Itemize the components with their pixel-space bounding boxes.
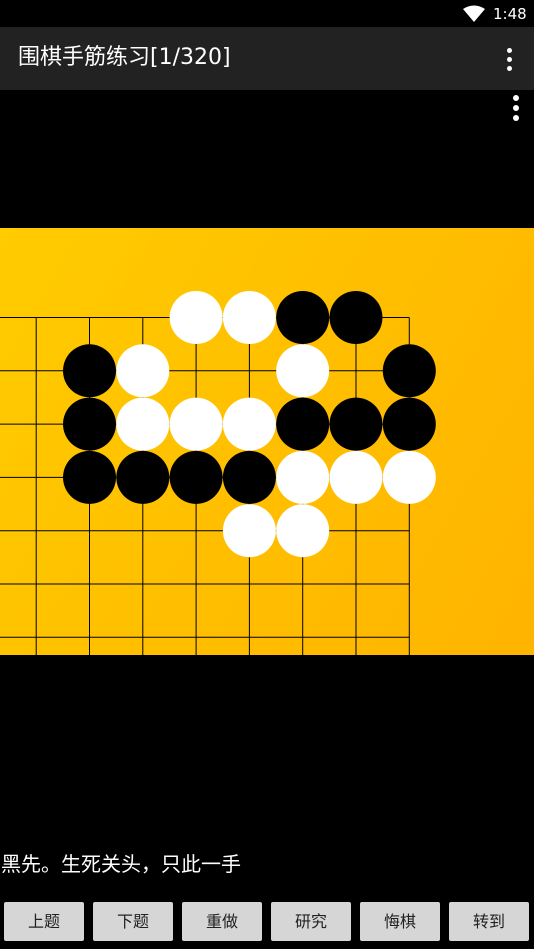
black-stone bbox=[329, 397, 383, 451]
go-board-grid[interactable] bbox=[0, 228, 534, 655]
page-title: 围棋手筋练习[1/320] bbox=[18, 45, 231, 70]
goto-button[interactable]: 转到 bbox=[449, 902, 529, 941]
black-stone bbox=[169, 450, 223, 504]
black-stone bbox=[63, 450, 116, 504]
status-time: 1:48 bbox=[493, 5, 527, 23]
white-stone bbox=[382, 450, 436, 504]
previous-problem-button[interactable]: 上题 bbox=[4, 902, 84, 941]
wifi-icon bbox=[463, 5, 485, 22]
go-board[interactable] bbox=[0, 228, 534, 655]
white-stone bbox=[116, 344, 170, 398]
black-stone bbox=[382, 344, 436, 398]
app-bar: 围棋手筋练习[1/320] bbox=[0, 27, 534, 90]
white-stone bbox=[116, 397, 170, 451]
bottom-toolbar: 上题 下题 重做 研究 悔棋 转到 bbox=[0, 902, 534, 949]
black-stone bbox=[63, 344, 116, 398]
black-stone bbox=[329, 291, 383, 344]
white-stone bbox=[276, 504, 330, 558]
white-stone bbox=[329, 450, 383, 504]
white-stone bbox=[276, 450, 330, 504]
white-stone bbox=[276, 344, 330, 398]
black-stone bbox=[116, 450, 170, 504]
board-overflow-menu-icon[interactable] bbox=[502, 93, 530, 123]
undo-move-button[interactable]: 悔棋 bbox=[360, 902, 440, 941]
white-stone bbox=[222, 504, 276, 558]
black-stone bbox=[276, 291, 330, 344]
study-button[interactable]: 研究 bbox=[271, 902, 351, 941]
black-stone bbox=[222, 450, 276, 504]
redo-button[interactable]: 重做 bbox=[182, 902, 262, 941]
white-stone bbox=[169, 291, 223, 344]
black-stone bbox=[382, 397, 436, 451]
next-problem-button[interactable]: 下题 bbox=[93, 902, 173, 941]
black-stone bbox=[63, 397, 116, 451]
white-stone bbox=[222, 291, 276, 344]
black-stone bbox=[276, 397, 330, 451]
problem-prompt: 黑先。生死关头，只此一手 bbox=[1, 852, 241, 876]
white-stone bbox=[222, 397, 276, 451]
white-stone bbox=[169, 397, 223, 451]
status-bar: 1:48 bbox=[0, 0, 534, 27]
overflow-menu-icon[interactable] bbox=[494, 43, 524, 75]
